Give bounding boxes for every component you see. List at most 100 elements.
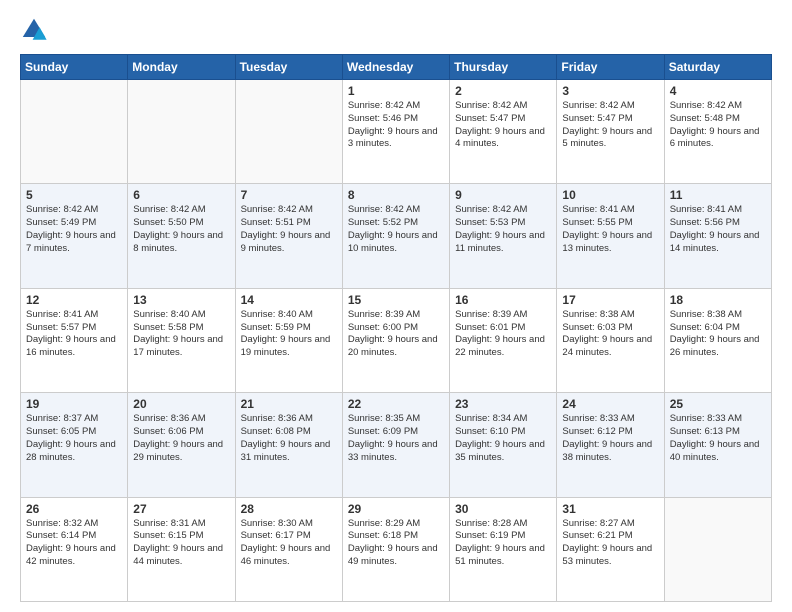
day-number: 18 (670, 293, 766, 307)
weekday-header-saturday: Saturday (664, 55, 771, 80)
day-number: 31 (562, 502, 658, 516)
day-number: 22 (348, 397, 444, 411)
page: SundayMondayTuesdayWednesdayThursdayFrid… (0, 0, 792, 612)
week-row-4: 19 Sunrise: 8:37 AM Sunset: 6:05 PM Dayli… (21, 393, 772, 497)
day-number: 13 (133, 293, 229, 307)
day-number: 29 (348, 502, 444, 516)
day-info: Sunrise: 8:41 AM Sunset: 5:56 PM Dayligh… (670, 204, 766, 255)
day-info: Sunrise: 8:41 AM Sunset: 5:55 PM Dayligh… (562, 204, 658, 255)
calendar-cell: 7 Sunrise: 8:42 AM Sunset: 5:51 PM Daylig… (235, 184, 342, 288)
calendar-cell: 25 Sunrise: 8:33 AM Sunset: 6:13 PM Dayli… (664, 393, 771, 497)
day-number: 30 (455, 502, 551, 516)
calendar-cell: 28Sunrise: 8:30 AM Sunset: 6:17 PM Dayli… (235, 497, 342, 601)
calendar-cell: 18 Sunrise: 8:38 AM Sunset: 6:04 PM Dayli… (664, 288, 771, 392)
day-info: Sunrise: 8:38 AM Sunset: 6:03 PM Dayligh… (562, 309, 658, 360)
calendar-cell: 27 Sunrise: 8:31 AM Sunset: 6:15 PM Dayli… (128, 497, 235, 601)
day-info: Sunrise: 8:37 AM Sunset: 6:05 PM Dayligh… (26, 413, 122, 464)
calendar-cell (235, 80, 342, 184)
logo (20, 16, 52, 44)
day-info: Sunrise: 8:35 AM Sunset: 6:09 PM Dayligh… (348, 413, 444, 464)
day-info: Sunrise: 8:42 AM Sunset: 5:46 PM Dayligh… (348, 100, 444, 151)
calendar-cell: 3 Sunrise: 8:42 AM Sunset: 5:47 PM Daylig… (557, 80, 664, 184)
day-number: 15 (348, 293, 444, 307)
week-row-1: 1 Sunrise: 8:42 AM Sunset: 5:46 PM Daylig… (21, 80, 772, 184)
calendar-cell: 24Sunrise: 8:33 AM Sunset: 6:12 PM Dayli… (557, 393, 664, 497)
calendar-cell: 16Sunrise: 8:39 AM Sunset: 6:01 PM Dayli… (450, 288, 557, 392)
day-number: 7 (241, 188, 337, 202)
day-number: 27 (133, 502, 229, 516)
calendar-cell: 31 Sunrise: 8:27 AM Sunset: 6:21 PM Dayli… (557, 497, 664, 601)
day-number: 1 (348, 84, 444, 98)
calendar-cell: 17 Sunrise: 8:38 AM Sunset: 6:03 PM Dayli… (557, 288, 664, 392)
day-number: 6 (133, 188, 229, 202)
calendar-cell: 13 Sunrise: 8:40 AM Sunset: 5:58 PM Dayli… (128, 288, 235, 392)
calendar-cell: 2 Sunrise: 8:42 AM Sunset: 5:47 PM Daylig… (450, 80, 557, 184)
calendar-cell: 6 Sunrise: 8:42 AM Sunset: 5:50 PM Daylig… (128, 184, 235, 288)
day-number: 20 (133, 397, 229, 411)
day-number: 3 (562, 84, 658, 98)
day-info: Sunrise: 8:28 AM Sunset: 6:19 PM Dayligh… (455, 518, 551, 569)
logo-icon (20, 16, 48, 44)
calendar-cell (664, 497, 771, 601)
day-number: 5 (26, 188, 122, 202)
calendar-cell: 5Sunrise: 8:42 AM Sunset: 5:49 PM Daylig… (21, 184, 128, 288)
calendar-cell: 10 Sunrise: 8:41 AM Sunset: 5:55 PM Dayli… (557, 184, 664, 288)
day-number: 4 (670, 84, 766, 98)
day-info: Sunrise: 8:39 AM Sunset: 6:00 PM Dayligh… (348, 309, 444, 360)
day-info: Sunrise: 8:33 AM Sunset: 6:13 PM Dayligh… (670, 413, 766, 464)
calendar-cell: 4 Sunrise: 8:42 AM Sunset: 5:48 PM Daylig… (664, 80, 771, 184)
day-info: Sunrise: 8:34 AM Sunset: 6:10 PM Dayligh… (455, 413, 551, 464)
calendar-cell: 21Sunrise: 8:36 AM Sunset: 6:08 PM Dayli… (235, 393, 342, 497)
day-number: 28 (241, 502, 337, 516)
calendar-table: SundayMondayTuesdayWednesdayThursdayFrid… (20, 54, 772, 602)
day-info: Sunrise: 8:42 AM Sunset: 5:51 PM Dayligh… (241, 204, 337, 255)
week-row-3: 12 Sunrise: 8:41 AM Sunset: 5:57 PM Dayli… (21, 288, 772, 392)
weekday-header-thursday: Thursday (450, 55, 557, 80)
day-info: Sunrise: 8:42 AM Sunset: 5:47 PM Dayligh… (562, 100, 658, 151)
day-number: 2 (455, 84, 551, 98)
day-number: 26 (26, 502, 122, 516)
day-number: 10 (562, 188, 658, 202)
header (20, 16, 772, 44)
day-info: Sunrise: 8:41 AM Sunset: 5:57 PM Dayligh… (26, 309, 122, 360)
day-info: Sunrise: 8:38 AM Sunset: 6:04 PM Dayligh… (670, 309, 766, 360)
calendar-cell: 12 Sunrise: 8:41 AM Sunset: 5:57 PM Dayli… (21, 288, 128, 392)
calendar-cell: 1 Sunrise: 8:42 AM Sunset: 5:46 PM Daylig… (342, 80, 449, 184)
calendar-cell (21, 80, 128, 184)
weekday-header-sunday: Sunday (21, 55, 128, 80)
calendar-cell: 8 Sunrise: 8:42 AM Sunset: 5:52 PM Daylig… (342, 184, 449, 288)
day-number: 9 (455, 188, 551, 202)
day-info: Sunrise: 8:31 AM Sunset: 6:15 PM Dayligh… (133, 518, 229, 569)
day-number: 17 (562, 293, 658, 307)
weekday-header-monday: Monday (128, 55, 235, 80)
calendar-cell: 19 Sunrise: 8:37 AM Sunset: 6:05 PM Dayli… (21, 393, 128, 497)
day-info: Sunrise: 8:42 AM Sunset: 5:52 PM Dayligh… (348, 204, 444, 255)
week-row-2: 5Sunrise: 8:42 AM Sunset: 5:49 PM Daylig… (21, 184, 772, 288)
day-info: Sunrise: 8:40 AM Sunset: 5:58 PM Dayligh… (133, 309, 229, 360)
calendar-cell: 26 Sunrise: 8:32 AM Sunset: 6:14 PM Dayli… (21, 497, 128, 601)
day-info: Sunrise: 8:42 AM Sunset: 5:48 PM Dayligh… (670, 100, 766, 151)
weekday-header-friday: Friday (557, 55, 664, 80)
day-number: 25 (670, 397, 766, 411)
day-info: Sunrise: 8:42 AM Sunset: 5:50 PM Dayligh… (133, 204, 229, 255)
day-info: Sunrise: 8:27 AM Sunset: 6:21 PM Dayligh… (562, 518, 658, 569)
day-info: Sunrise: 8:36 AM Sunset: 6:06 PM Dayligh… (133, 413, 229, 464)
day-number: 14 (241, 293, 337, 307)
day-number: 16 (455, 293, 551, 307)
weekday-header-wednesday: Wednesday (342, 55, 449, 80)
calendar-cell: 29Sunrise: 8:29 AM Sunset: 6:18 PM Dayli… (342, 497, 449, 601)
calendar-cell: 11Sunrise: 8:41 AM Sunset: 5:56 PM Dayli… (664, 184, 771, 288)
calendar-cell: 15 Sunrise: 8:39 AM Sunset: 6:00 PM Dayli… (342, 288, 449, 392)
calendar-cell: 20 Sunrise: 8:36 AM Sunset: 6:06 PM Dayli… (128, 393, 235, 497)
day-number: 12 (26, 293, 122, 307)
day-number: 8 (348, 188, 444, 202)
day-info: Sunrise: 8:33 AM Sunset: 6:12 PM Dayligh… (562, 413, 658, 464)
weekday-header-tuesday: Tuesday (235, 55, 342, 80)
day-number: 19 (26, 397, 122, 411)
day-info: Sunrise: 8:42 AM Sunset: 5:47 PM Dayligh… (455, 100, 551, 151)
week-row-5: 26 Sunrise: 8:32 AM Sunset: 6:14 PM Dayli… (21, 497, 772, 601)
calendar-cell: 9Sunrise: 8:42 AM Sunset: 5:53 PM Daylig… (450, 184, 557, 288)
calendar-cell: 22 Sunrise: 8:35 AM Sunset: 6:09 PM Dayli… (342, 393, 449, 497)
weekday-header-row: SundayMondayTuesdayWednesdayThursdayFrid… (21, 55, 772, 80)
day-info: Sunrise: 8:32 AM Sunset: 6:14 PM Dayligh… (26, 518, 122, 569)
